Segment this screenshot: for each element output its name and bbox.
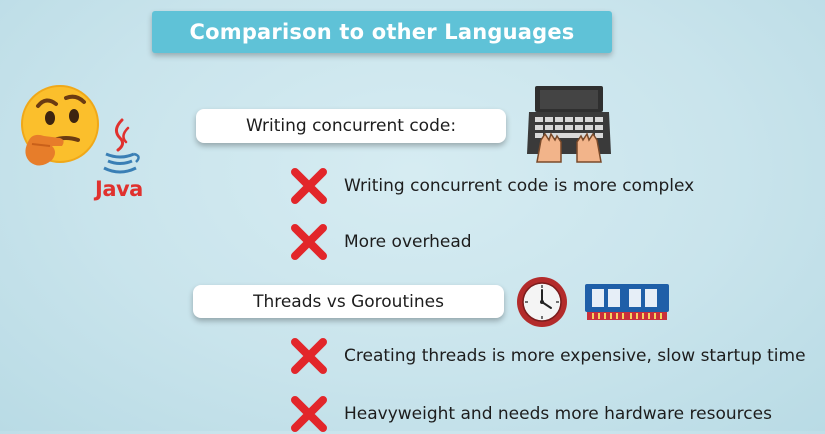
section-heading-label: Threads vs Goroutines — [253, 291, 444, 312]
list-item-text: More overhead — [344, 232, 472, 252]
list-item-text: Writing concurrent code is more complex — [344, 176, 695, 196]
cross-mark-icon — [291, 338, 327, 374]
list-item: Writing concurrent code is more complex — [289, 166, 694, 206]
list-item-text: Heavyweight and needs more hardware reso… — [344, 404, 772, 424]
list-item: Heavyweight and needs more hardware reso… — [289, 394, 772, 434]
title-banner: Comparison to other Languages — [152, 11, 612, 53]
java-label: Java — [95, 177, 143, 201]
cross-mark-icon — [291, 224, 327, 260]
cross-mark-icon — [291, 396, 327, 432]
list-item: Creating threads is more expensive, slow… — [289, 336, 806, 376]
section-heading-concurrent-code: Writing concurrent code: — [196, 109, 506, 143]
java-logo-icon — [103, 118, 140, 174]
section-heading-threads: Threads vs Goroutines — [193, 285, 504, 318]
list-item-text: Creating threads is more expensive, slow… — [344, 346, 806, 366]
laptop-typing-icon — [527, 86, 611, 163]
section-heading-label: Writing concurrent code: — [245, 116, 457, 136]
memory-chip-icon — [585, 284, 669, 320]
clock-icon — [517, 277, 567, 327]
list-item: More overhead — [289, 222, 472, 262]
page-title: Comparison to other Languages — [189, 20, 575, 44]
cross-mark-icon — [291, 168, 327, 204]
thinking-face-icon — [21, 85, 99, 166]
